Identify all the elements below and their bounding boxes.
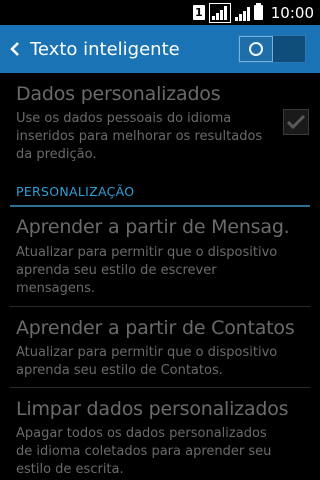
setting-title: Dados personalizados <box>16 83 221 105</box>
toggle-on-icon <box>249 42 263 56</box>
battery-icon <box>253 3 263 20</box>
learn-from-messages-setting[interactable]: Aprender a partir de Mensag. Atualizar p… <box>0 208 320 308</box>
learn-from-contacts-setting[interactable]: Aprender a partir de Contatos Atualizar … <box>0 307 320 387</box>
setting-description: Atualizar para permitir que o dispositiv… <box>16 245 278 296</box>
setting-title: Limpar dados personalizados <box>16 398 289 420</box>
checkmark-icon <box>286 114 306 130</box>
clear-personalized-data-setting[interactable]: Limpar dados personalizados Apagar todos… <box>0 388 320 480</box>
sim-indicator: 1 <box>192 5 205 20</box>
signal-strength-icon <box>208 2 231 23</box>
status-bar: 1 10:00 <box>0 0 320 25</box>
personalized-data-checkbox[interactable] <box>283 109 309 135</box>
page-title: Texto inteligente <box>30 38 180 60</box>
setting-description: Use os dados pessoais do idioma inserido… <box>16 111 263 162</box>
section-divider <box>10 205 310 207</box>
setting-description: Apagar todos os dados personalizados de … <box>16 426 272 477</box>
setting-title: Aprender a partir de Contatos <box>16 317 295 339</box>
action-bar: Texto inteligente <box>0 25 320 73</box>
toggle-thumb <box>239 36 273 62</box>
personalized-data-setting[interactable]: Dados personalizados Use os dados pessoa… <box>0 73 320 183</box>
master-toggle[interactable] <box>238 35 306 63</box>
setting-title: Aprender a partir de Mensag. <box>16 216 290 238</box>
section-header-personalization: PERSONALIZAÇÃO <box>16 184 135 199</box>
clock: 10:00 <box>270 3 314 22</box>
chevron-left-icon <box>10 42 19 56</box>
back-button[interactable] <box>0 25 30 73</box>
signal-strength-icon-secondary <box>234 5 250 21</box>
setting-description: Atualizar para permitir que o dispositiv… <box>16 345 278 378</box>
